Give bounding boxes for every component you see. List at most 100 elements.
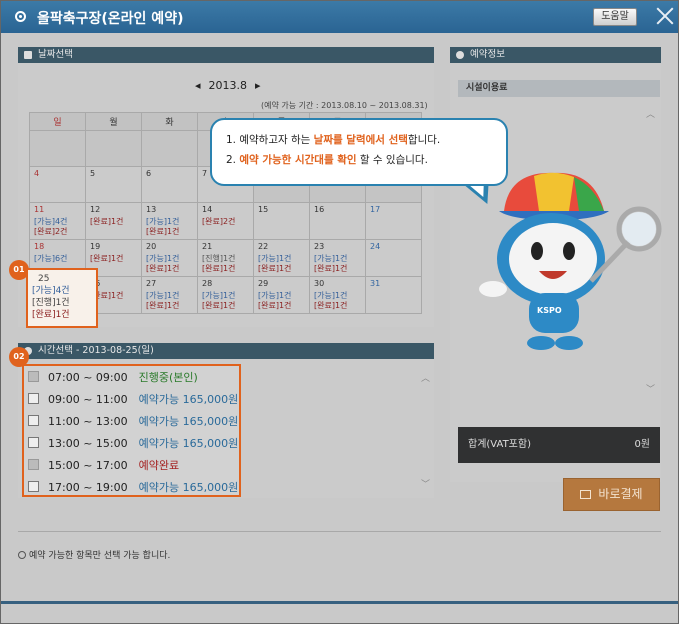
calendar-day-cell — [85, 130, 142, 167]
total-amount: 0원 — [634, 439, 650, 450]
time-slot-row[interactable]: 11:00 ~ 13:00 예약가능 165,000원 — [28, 415, 238, 429]
day-number: 28 — [202, 279, 213, 288]
day-number: 27 — [146, 279, 157, 288]
title-bar: 올팍축구장(온라인 예약) 도움말 — [1, 1, 678, 33]
time-slot-row: 15:00 ~ 17:00 예약완료 — [28, 459, 179, 473]
calendar-day-cell[interactable]: 21 [진행]1건 [완료]1건 — [197, 239, 254, 277]
selected-day: 25 — [38, 274, 50, 284]
time-slot-time: 13:00 ~ 15:00 — [48, 437, 128, 450]
time-slot-row[interactable]: 17:00 ~ 19:00 예약가능 165,000원 — [28, 481, 238, 495]
facility-fee-label: 시설이용료 — [458, 80, 660, 97]
calendar-day-cell[interactable]: 13 [가능]1건 [완료]1건 — [141, 202, 198, 240]
day-status: [완료]1건 — [258, 264, 292, 273]
calendar-day-cell[interactable]: 28 [가능]1건 [완료]1건 — [197, 276, 254, 314]
help-button[interactable]: 도움말 — [593, 8, 637, 26]
target-icon — [15, 11, 26, 22]
time-slot-time: 15:00 ~ 17:00 — [48, 459, 128, 472]
day-status: [완료]1건 — [146, 264, 180, 273]
booking-period: (예약 가능 기간 : 2013.08.10 ~ 2013.08.31) — [261, 101, 428, 110]
time-slot-checkbox — [28, 371, 39, 382]
day-status: [완료]1건 — [90, 254, 124, 263]
day-number: 6 — [146, 169, 152, 178]
time-slot-time: 17:00 ~ 19:00 — [48, 481, 128, 494]
calendar-day-cell[interactable]: 29 [가능]1건 [완료]1건 — [253, 276, 310, 314]
time-slot-row[interactable]: 13:00 ~ 15:00 예약가능 165,000원 — [28, 437, 238, 451]
day-status: [완료]1건 — [314, 264, 348, 273]
day-status: [완료]1건 — [90, 217, 124, 226]
calendar-day-cell[interactable]: 17 — [365, 202, 422, 240]
current-month: 2013.8 — [208, 79, 248, 92]
day-status: [가능]1건 — [258, 291, 292, 300]
guide-line-2: 2. 예약 가능한 시간대를 확인 할 수 있습니다. — [226, 154, 428, 166]
time-slot-checkbox[interactable] — [28, 437, 39, 448]
day-number: 15 — [258, 205, 269, 214]
day-status: [완료]2건 — [34, 227, 68, 236]
pay-now-label: 바로결제 — [598, 487, 643, 501]
day-number: 23 — [314, 242, 325, 251]
divider — [18, 531, 661, 532]
calendar-day-cell[interactable]: 6 — [141, 166, 198, 203]
calendar-day-cell[interactable]: 11 [가능]4건 [완료]2건 — [29, 202, 86, 240]
day-number: 29 — [258, 279, 269, 288]
time-slot-checkbox — [28, 459, 39, 470]
calendar-day-cell[interactable]: 30 [가능]1건 [완료]1건 — [309, 276, 366, 314]
mascot-illustration: KSPO — [479, 172, 662, 350]
time-slot-checkbox[interactable] — [28, 393, 39, 404]
day-status: [완료]1건 — [202, 264, 236, 273]
info-scroll-down-icon[interactable]: ﹀ — [646, 382, 655, 395]
monitor-icon — [580, 490, 592, 499]
calendar-day-cell[interactable]: 31 — [365, 276, 422, 314]
day-status: [가능]1건 — [146, 217, 180, 226]
close-icon[interactable] — [655, 6, 675, 26]
day-number: 21 — [202, 242, 213, 251]
next-month-icon[interactable]: ▸ — [255, 79, 261, 92]
scroll-up-icon[interactable]: ︿ — [421, 371, 430, 384]
calendar-day-cell[interactable]: 22 [가능]1건 [완료]1건 — [253, 239, 310, 277]
calendar-day-cell[interactable]: 27 [가능]1건 [완료]1건 — [141, 276, 198, 314]
calendar-day-cell[interactable]: 20 [가능]1건 [완료]1건 — [141, 239, 198, 277]
prev-month-icon[interactable]: ◂ — [195, 79, 201, 92]
info-panel-header: 예약정보 — [450, 47, 661, 63]
date-panel-header: 날짜선택 — [18, 47, 434, 63]
day-status: [가능]1건 — [146, 254, 180, 263]
time-slot-checkbox[interactable] — [28, 481, 39, 492]
calendar-day-cell[interactable]: 5 — [85, 166, 142, 203]
time-slot-checkbox[interactable] — [28, 415, 39, 426]
time-slot-list: 07:00 ~ 09:00 진행중(본인) 09:00 ~ 11:00 예약가능 16… — [22, 364, 241, 497]
day-status: [완료]1건 — [146, 227, 180, 236]
time-slot-status: 진행중(본인) — [138, 371, 198, 384]
day-number: 4 — [34, 169, 40, 178]
day-number: 13 — [146, 205, 157, 214]
calendar-day-cell[interactable]: 15 — [253, 202, 310, 240]
day-status: [가능]1건 — [314, 291, 348, 300]
calendar-day-cell[interactable]: 12 [완료]1건 — [85, 202, 142, 240]
day-status: [가능]1건 — [314, 254, 348, 263]
calendar-day-cell[interactable]: 16 — [309, 202, 366, 240]
day-status: [완료]1건 — [258, 301, 292, 310]
calendar-day-cell[interactable]: 24 — [365, 239, 422, 277]
time-slot-time: 11:00 ~ 13:00 — [48, 415, 128, 428]
weekday-header: 일 — [29, 112, 86, 131]
time-slot-status: 예약가능 165,000원 — [138, 437, 239, 450]
calendar-week: 11 [가능]4건 [완료]2건 12 [완료]1건 13 [가능]1건 [완료]1건 14 [완… — [29, 202, 422, 240]
time-panel-title: 시간선택 - 2013-08-25(일) — [38, 345, 154, 356]
calendar-day-cell[interactable]: 23 [가능]1건 [완료]1건 — [309, 239, 366, 277]
info-icon — [456, 51, 464, 59]
day-number: 20 — [146, 242, 157, 251]
selected-date-cell[interactable]: 25 [가능]4건 [진행]1건 [완료]1건 — [26, 268, 98, 328]
time-slot-row[interactable]: 09:00 ~ 11:00 예약가능 165,000원 — [28, 393, 238, 407]
day-status: [진행]1건 — [202, 254, 236, 263]
day-number: 22 — [258, 242, 269, 251]
pay-now-button[interactable]: 바로결제 — [563, 478, 660, 511]
info-scroll-up-icon[interactable]: ︿ — [646, 107, 655, 120]
weekday-header: 화 — [141, 112, 198, 131]
month-navigator: ◂ 2013.8 ▸ — [191, 79, 265, 92]
day-number: 18 — [34, 242, 45, 251]
scroll-down-icon[interactable]: ﹀ — [421, 477, 430, 490]
calendar-day-cell[interactable]: 4 — [29, 166, 86, 203]
day-number: 16 — [314, 205, 325, 214]
calendar-day-cell[interactable]: 14 [완료]2건 — [197, 202, 254, 240]
day-status: [가능]1건 — [258, 254, 292, 263]
day-status: [완료]1건 — [314, 301, 348, 310]
date-panel-title: 날짜선택 — [38, 49, 73, 60]
